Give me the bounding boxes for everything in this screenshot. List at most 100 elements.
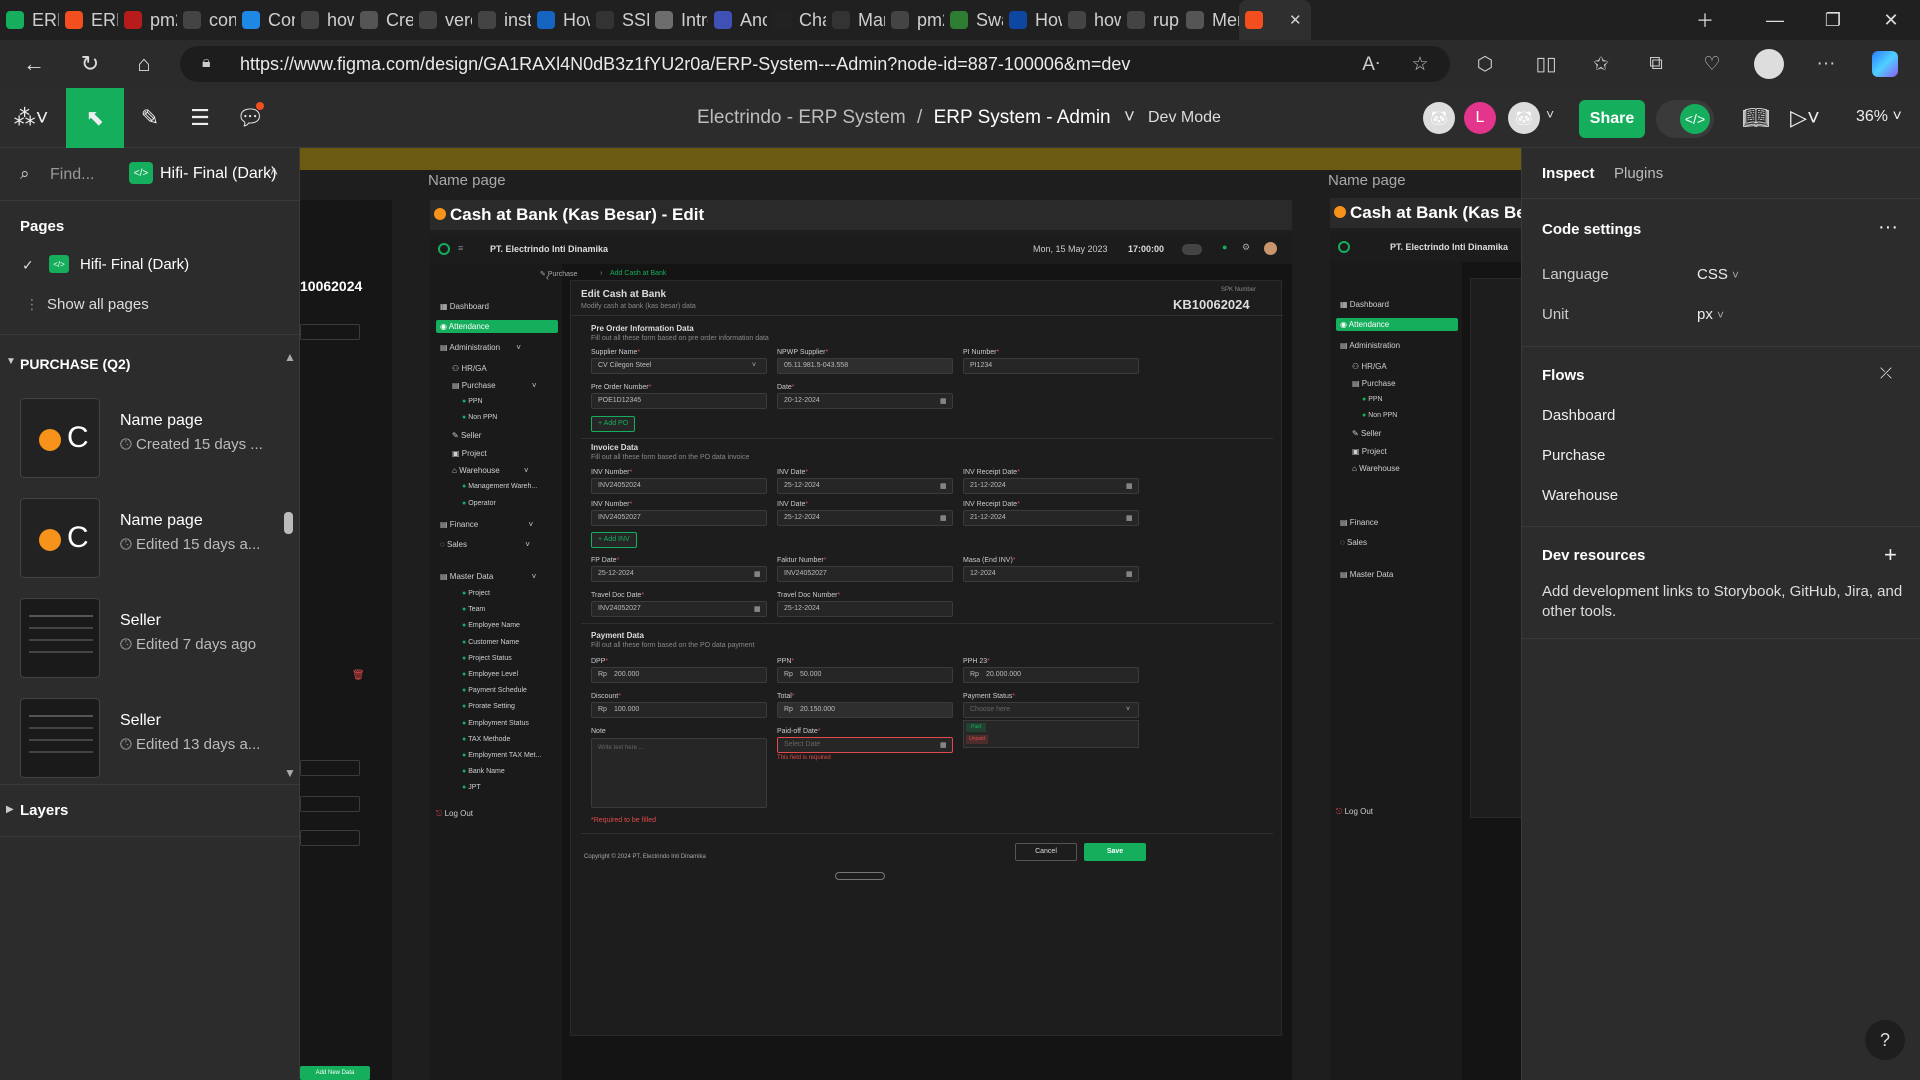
- sidebar-master-item[interactable]: ● Project Status: [462, 655, 512, 662]
- reload-icon[interactable]: ↻: [70, 44, 110, 84]
- settings-icon[interactable]: ⚙: [1242, 242, 1250, 253]
- layers-header[interactable]: Layers: [20, 802, 68, 819]
- show-all-pages-link[interactable]: Show all pages: [47, 296, 149, 313]
- minimize-button[interactable]: —: [1746, 0, 1804, 40]
- inv-date-field[interactable]: 25-12-2024 ▦: [777, 478, 953, 494]
- save-button[interactable]: Save: [1084, 843, 1146, 861]
- discount-field[interactable]: Rp 100.000: [591, 702, 767, 718]
- browser-tab[interactable]: Man: [826, 0, 885, 40]
- sidebar-item-operator[interactable]: ● Operator: [462, 500, 496, 507]
- ppn-field[interactable]: Rp 50.000: [777, 667, 953, 683]
- sidebar-item-attendance[interactable]: ◉ Attendance: [440, 322, 489, 331]
- browser-tab[interactable]: Swa: [944, 0, 1003, 40]
- browser-tab[interactable]: How: [531, 0, 590, 40]
- sidebar-item-purchase[interactable]: ▤ Purchase ˅: [452, 381, 536, 390]
- sidebar-master-item[interactable]: ● Prorate Setting: [462, 703, 515, 710]
- browser-tab[interactable]: rupi: [1121, 0, 1180, 40]
- flow-item-warehouse[interactable]: Warehouse: [1542, 487, 1618, 504]
- section-title[interactable]: PURCHASE (Q2): [20, 356, 130, 372]
- flow-item-purchase[interactable]: Purchase: [1542, 447, 1605, 464]
- new-tab-button[interactable]: ＋: [1676, 0, 1734, 40]
- close-tab-icon[interactable]: ✕: [1289, 11, 1302, 29]
- sidebar-master-item[interactable]: ● Team: [462, 606, 485, 613]
- menu-icon[interactable]: ≡: [458, 243, 463, 253]
- sidebar-master-item[interactable]: ● Employee Name: [462, 622, 520, 629]
- sidebar-item-seller[interactable]: ✎ Seller: [1352, 429, 1381, 438]
- browser-tab[interactable]: How: [1003, 0, 1062, 40]
- sidebar-master-item[interactable]: ● Employment Status: [462, 720, 529, 727]
- browser-tab[interactable]: Con: [236, 0, 295, 40]
- avatar[interactable]: [1264, 242, 1277, 255]
- inv-receipt-field[interactable]: 21-12-2024 ▦: [963, 478, 1139, 494]
- unit-select[interactable]: px ˅: [1697, 306, 1724, 323]
- search-icon[interactable]: ⌕: [20, 164, 30, 184]
- sidebar-item-hrga[interactable]: ⚇ HR/GA: [452, 364, 487, 373]
- tab-plugins[interactable]: Plugins: [1614, 165, 1663, 182]
- scroll-up-icon[interactable]: ▲: [284, 350, 296, 364]
- flow-item-dashboard[interactable]: Dashboard: [1542, 407, 1615, 424]
- fp-date-field[interactable]: 25-12-2024 ▦: [591, 566, 767, 582]
- find-input[interactable]: Find...: [50, 166, 94, 184]
- travel-doc-date-field[interactable]: INV24052027 ▦: [591, 601, 767, 617]
- paidoff-date-field[interactable]: Select Date ▦: [777, 737, 953, 753]
- inv-number-field[interactable]: INV24052027: [591, 510, 767, 526]
- help-icon[interactable]: ?: [1865, 1020, 1905, 1060]
- section-item[interactable]: C Name page 🕓︎ Created 15 days ...: [0, 390, 286, 490]
- file-menu-chevron-icon[interactable]: ˅: [1124, 107, 1135, 128]
- read-aloud-icon[interactable]: Aᐧ: [1353, 46, 1389, 82]
- sidebar-master-item[interactable]: ● Employee Level: [462, 671, 518, 678]
- npwp-field[interactable]: 05.11.981.5-043.558: [777, 358, 953, 374]
- travel-doc-number-field[interactable]: 25-12-2024: [777, 601, 953, 617]
- breadcrumb-purchase[interactable]: ✎ Purchase: [540, 270, 577, 278]
- sidebar-item-administration[interactable]: ▤ Administration ˅: [440, 343, 521, 352]
- sidebar-item-ppn[interactable]: ● PPN: [1362, 396, 1383, 403]
- more-options-icon[interactable]: ···: [1878, 216, 1898, 239]
- browser-tab[interactable]: pm2: [118, 0, 177, 40]
- browser-tab[interactable]: cont: [177, 0, 236, 40]
- browser-tab[interactable]: SSH: [590, 0, 649, 40]
- annotate-tool-icon[interactable]: ✎: [124, 88, 176, 148]
- theme-toggle[interactable]: [1182, 244, 1202, 255]
- section-item[interactable]: Seller 🕓︎ Edited 13 days a...: [0, 690, 286, 790]
- sidebar-item-project[interactable]: ▣ Project: [1352, 447, 1387, 456]
- page-item-active[interactable]: Hifi- Final (Dark): [80, 256, 189, 273]
- sidebar-item-master-data[interactable]: ▤ Master Data ˅: [440, 572, 536, 581]
- main-frame[interactable]: ≡ PT. Electrindo Inti Dinamika Mon, 15 M…: [430, 234, 1292, 1080]
- status-option-paid[interactable]: Paid: [966, 723, 986, 732]
- maximize-button[interactable]: ❐: [1804, 0, 1862, 40]
- chat-icon[interactable]: ●: [1222, 242, 1227, 252]
- avatar-user-1[interactable]: 🐼︎: [1423, 102, 1455, 134]
- browser-tab[interactable]: Chat: [767, 0, 826, 40]
- status-option-unpaid[interactable]: Unpaid: [966, 735, 988, 744]
- add-po-button[interactable]: + Add PO: [591, 416, 635, 432]
- browser-tab[interactable]: verc: [413, 0, 472, 40]
- sidebar-item-warehouse[interactable]: ⌂ Warehouse: [1352, 464, 1400, 473]
- browser-tab[interactable]: pm2: [885, 0, 944, 40]
- measure-tool-icon[interactable]: ☰: [174, 88, 226, 148]
- favorites-icon[interactable]: ✩: [1583, 46, 1619, 82]
- right-partial-frame[interactable]: PT. Electrindo Inti Dinamika ▦ Dashboard…: [1330, 232, 1522, 1080]
- design-canvas[interactable]: 10062024 🗑︎ Add New Data Name page Cash …: [300, 148, 1522, 1080]
- browser-essentials-icon[interactable]: ♡: [1694, 46, 1730, 82]
- payment-status-select[interactable]: Choose here ˅: [963, 702, 1139, 718]
- extensions-icon[interactable]: ⬡: [1467, 46, 1503, 82]
- dpp-field[interactable]: Rp 200.000: [591, 667, 767, 683]
- sidebar-item-project[interactable]: ▣ Project: [452, 449, 487, 458]
- pi-field[interactable]: PI1234: [963, 358, 1139, 374]
- add-new-button[interactable]: Add New Data: [300, 1066, 370, 1080]
- dev-mode-toggle[interactable]: </>: [1656, 100, 1714, 138]
- sidebar-item-warehouse[interactable]: ⌂ Warehouse ˅: [452, 466, 529, 475]
- collapse-pages-chevron-icon[interactable]: ˄: [270, 163, 278, 179]
- po-number-field[interactable]: POE1D12345: [591, 393, 767, 409]
- section-item[interactable]: Seller 🕓︎ Edited 7 days ago: [0, 590, 286, 690]
- section-item[interactable]: C Name page 🕓︎ Edited 15 days a...: [0, 490, 286, 590]
- browser-tab[interactable]: Anch: [708, 0, 767, 40]
- current-page-name[interactable]: Hifi- Final (Dark): [160, 165, 276, 183]
- add-resource-icon[interactable]: +: [1884, 542, 1897, 568]
- flows-collapse-icon[interactable]: ⤫: [1880, 365, 1892, 382]
- sidebar-item-finance[interactable]: ▤ Finance ˅: [440, 520, 533, 529]
- sidebar-item-nonppn[interactable]: ● Non PPN: [462, 414, 497, 421]
- browser-tab[interactable]: insta: [472, 0, 531, 40]
- url-field[interactable]: 🔒︎ https://www.figma.com/design/GA1RAXl4…: [180, 46, 1450, 82]
- present-icon[interactable]: ▷˅: [1780, 88, 1830, 148]
